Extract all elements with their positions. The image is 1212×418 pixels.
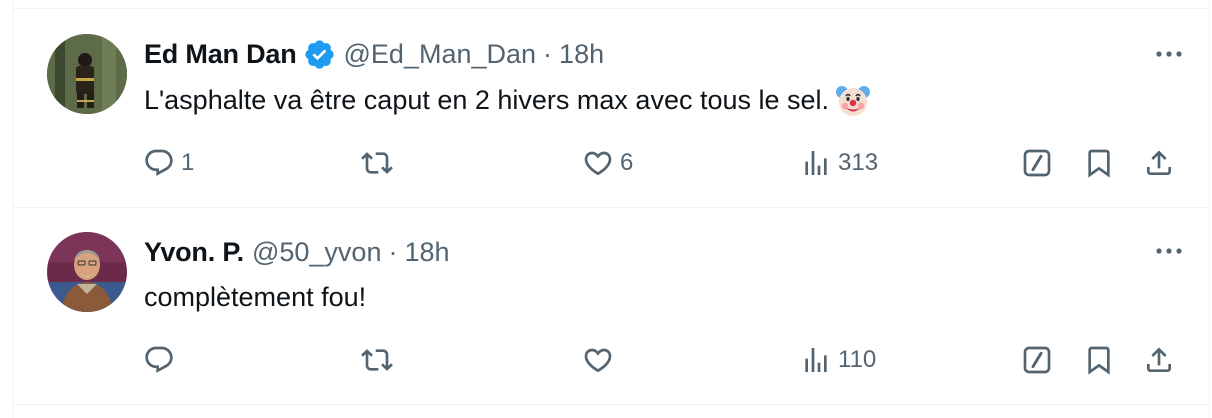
tweet[interactable]: Yvon. P. @50_yvon · 18h complètement fou… — [13, 208, 1209, 404]
grok-icon — [1023, 149, 1051, 177]
grok-button[interactable] — [1021, 143, 1053, 183]
more-icon — [1156, 51, 1182, 57]
verified-badge-icon[interactable] — [303, 38, 336, 71]
like-icon — [584, 151, 612, 176]
grok-icon — [1023, 346, 1051, 374]
retweet-icon — [361, 152, 393, 174]
more-button[interactable] — [1149, 236, 1189, 266]
tweet[interactable]: Ed Man Dan @Ed_Man_Dan · 18h L'asphalte … — [13, 9, 1209, 207]
tweet-text: L'asphalte va être caput en 2 hivers max… — [144, 82, 871, 118]
tweet-text: complètement fou! — [144, 279, 366, 315]
separator: · — [388, 236, 398, 267]
views-count: 313 — [838, 149, 879, 176]
separator: · — [543, 38, 553, 69]
tweet-divider — [13, 404, 1209, 405]
views-icon — [805, 151, 827, 175]
avatar[interactable] — [47, 34, 127, 114]
share-icon — [1147, 150, 1171, 175]
reply-icon — [145, 346, 173, 373]
tweet-actions: 110 — [13, 340, 1209, 380]
reply-count: 1 — [181, 149, 195, 176]
timeline: Ed Man Dan @Ed_Man_Dan · 18h L'asphalte … — [12, 0, 1210, 418]
views-button[interactable]: 313 — [800, 143, 878, 183]
tweet-header: Ed Man Dan @Ed_Man_Dan · 18h — [144, 37, 604, 71]
retweet-icon — [361, 349, 393, 371]
avatar[interactable] — [47, 232, 127, 312]
user-handle[interactable]: @Ed_Man_Dan — [344, 39, 537, 70]
like-count: 6 — [620, 149, 634, 176]
reply-button[interactable]: 1 — [143, 143, 194, 183]
user-handle[interactable]: @50_yvon — [252, 237, 382, 268]
retweet-button[interactable] — [361, 143, 399, 183]
bookmark-icon — [1088, 149, 1110, 178]
tweet-actions: 1 6 313 — [13, 143, 1209, 183]
timestamp[interactable]: 18h — [559, 39, 604, 70]
like-icon — [584, 348, 612, 373]
share-icon — [1147, 347, 1171, 372]
like-button[interactable]: 6 — [582, 143, 633, 183]
tweet-text-content: L'asphalte va être caput en 2 hivers max… — [144, 85, 830, 115]
share-button[interactable] — [1143, 143, 1175, 183]
timestamp[interactable]: 18h — [404, 237, 449, 268]
views-icon — [805, 348, 827, 372]
views-count: 110 — [838, 346, 877, 373]
tweet-text-content: complètement fou! — [144, 282, 367, 312]
grok-button[interactable] — [1021, 340, 1053, 380]
views-button[interactable]: 110 — [800, 340, 876, 380]
more-button[interactable] — [1149, 39, 1189, 69]
more-icon — [1156, 248, 1182, 254]
tweet-header: Yvon. P. @50_yvon · 18h — [144, 235, 450, 269]
display-name[interactable]: Yvon. P. — [144, 237, 244, 268]
clown-face-icon — [835, 82, 871, 118]
display-name[interactable]: Ed Man Dan — [144, 39, 297, 70]
bookmark-button[interactable] — [1083, 143, 1115, 183]
bookmark-button[interactable] — [1083, 340, 1115, 380]
retweet-button[interactable] — [361, 340, 399, 380]
like-button[interactable] — [582, 340, 620, 380]
share-button[interactable] — [1143, 340, 1175, 380]
reply-icon — [145, 149, 173, 176]
bookmark-icon — [1088, 346, 1110, 375]
reply-button[interactable] — [143, 340, 181, 380]
